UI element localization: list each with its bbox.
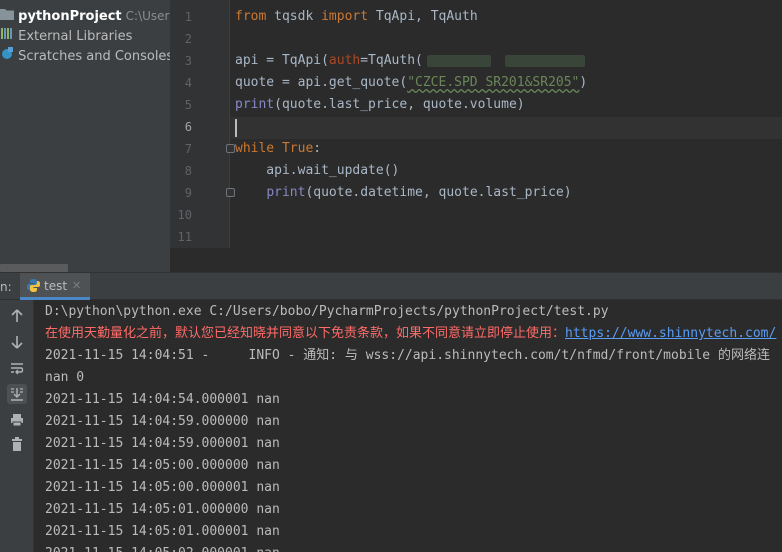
- python-icon: [26, 278, 41, 297]
- print-icon[interactable]: [7, 410, 27, 430]
- scroll-to-end-icon[interactable]: [7, 384, 27, 404]
- line-number: 3: [184, 54, 192, 68]
- code-line-9: print(quote.datetime, quote.last_price): [266, 185, 572, 200]
- console-output-line: 2021-11-15 14:05:01.000000 nan: [45, 502, 280, 517]
- code-line-5: print(quote.last_price, quote.volume): [235, 97, 525, 112]
- fold-end-icon[interactable]: [226, 188, 235, 197]
- up-arrow-icon[interactable]: [7, 306, 27, 326]
- run-tool-window-header: n: test ✕: [0, 272, 782, 300]
- line-number: 1: [184, 10, 192, 24]
- line-number-gutter: 1 2 3 4 5 6 7 8 9 10 11: [170, 0, 230, 248]
- down-arrow-icon[interactable]: [7, 332, 27, 352]
- console-output-line: 2021-11-15 14:05:00.000001 nan: [45, 480, 280, 495]
- line-number: 7: [184, 142, 192, 156]
- project-tree-panel: pythonProjectC:\Users\b External Librari…: [0, 0, 170, 272]
- trash-icon[interactable]: [7, 434, 27, 454]
- tab-label: test: [44, 279, 68, 293]
- run-toolbar: [0, 300, 34, 552]
- console-warning-line: 在使用天勤量化之前，默认您已经知晓并同意以下免责条款，如果不同意请立即停止使用：…: [45, 326, 777, 341]
- text-caret: [235, 119, 237, 137]
- horizontal-scrollbar[interactable]: [0, 264, 68, 272]
- tab-test[interactable]: test ✕: [20, 273, 90, 300]
- run-window-label: n:: [0, 280, 12, 294]
- code-line-3: api = TqApi(auth=TqAuth(: [235, 50, 585, 72]
- line-number: 8: [184, 164, 192, 178]
- console-output-line: nan 0: [45, 370, 85, 385]
- library-icon: [0, 26, 14, 47]
- code-editor[interactable]: 1 2 3 4 5 6 7 8 9 10 11 from tqsdk impor…: [170, 0, 782, 272]
- fold-start-icon[interactable]: [226, 144, 235, 153]
- code-line-7: while True:: [235, 141, 322, 156]
- line-number: 10: [177, 208, 192, 222]
- disclaimer-link[interactable]: https://www.shinnytech.com/: [565, 326, 776, 341]
- console-output-line: 2021-11-15 14:05:02.000001 nan: [45, 543, 280, 552]
- project-root-path: C:\Users\b: [125, 9, 170, 23]
- line-number: 4: [184, 76, 192, 90]
- redacted-credential: [504, 54, 585, 67]
- line-number: 5: [184, 98, 192, 112]
- console-command-line: D:\python\python.exe C:/Users/bobo/Pycha…: [45, 304, 609, 319]
- tree-item-external-libraries[interactable]: External Libraries: [0, 26, 132, 46]
- code-line-8: api.wait_update(): [235, 163, 400, 178]
- project-root-item[interactable]: pythonProjectC:\Users\b: [0, 6, 170, 26]
- run-console-output[interactable]: D:\python\python.exe C:/Users/bobo/Pycha…: [34, 300, 782, 552]
- close-icon[interactable]: ✕: [72, 273, 81, 299]
- code-line-1: from tqsdk import TqApi, TqAuth: [235, 9, 478, 24]
- code-line-4: quote = api.get_quote("CZCE.SPD SR201&SR…: [235, 75, 588, 90]
- line-number: 6: [184, 120, 192, 134]
- soft-wrap-icon[interactable]: [7, 358, 27, 378]
- line-number: 11: [177, 230, 192, 244]
- tree-item-scratches[interactable]: Scratches and Consoles: [0, 46, 170, 66]
- line-number: 9: [184, 186, 192, 200]
- console-output-line: 2021-11-15 14:05:01.000001 nan: [45, 524, 280, 539]
- tree-item-label: Scratches and Consoles: [18, 49, 170, 64]
- console-output-line: 2021-11-15 14:04:59.000000 nan: [45, 414, 280, 429]
- editor-bottom-area: [170, 248, 782, 272]
- tree-item-label: External Libraries: [18, 29, 133, 44]
- folder-icon: [0, 7, 14, 27]
- console-output-line: 2021-11-15 14:04:59.000001 nan: [45, 436, 280, 451]
- console-output-line: 2021-11-15 14:04:54.000001 nan: [45, 392, 280, 407]
- line-number: 2: [184, 32, 192, 46]
- console-info-line: 2021-11-15 14:04:51 - INFO - 通知: 与 wss:/…: [45, 348, 770, 363]
- console-output-line: 2021-11-15 14:05:00.000000 nan: [45, 458, 280, 473]
- scratch-icon: [0, 46, 14, 67]
- redacted-credential: [426, 54, 491, 67]
- project-root-name: pythonProject: [18, 9, 122, 24]
- current-line-highlight: [230, 117, 782, 139]
